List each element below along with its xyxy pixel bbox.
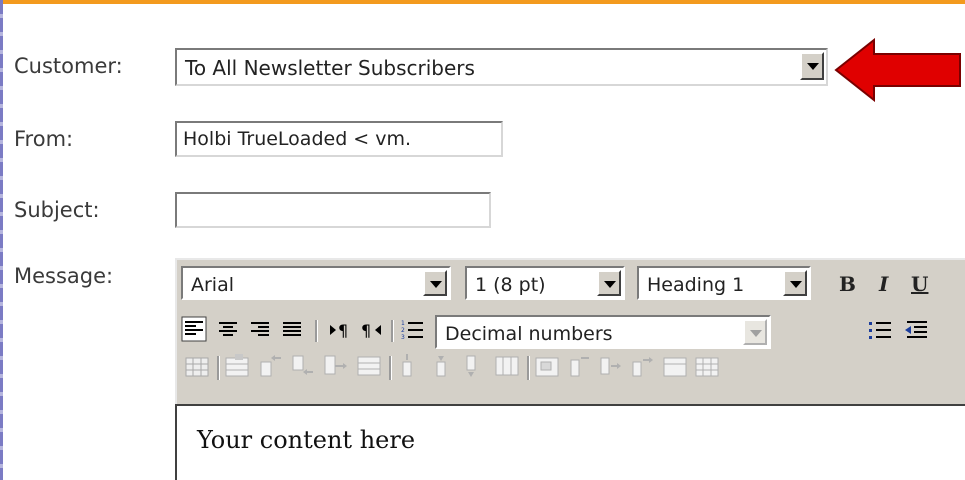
insert-row-before-icon[interactable]: [257, 352, 285, 380]
editor-content-text: Your content here: [197, 426, 416, 454]
italic-button[interactable]: I: [879, 272, 888, 296]
list-style-select[interactable]: Decimal numbers: [435, 315, 771, 349]
insert-col-after-icon[interactable]: [429, 352, 457, 380]
toolbar-separator: [389, 356, 392, 380]
outdent-icon[interactable]: [903, 317, 931, 345]
underline-button[interactable]: U: [911, 272, 928, 296]
font-select-value: Arial: [191, 274, 235, 296]
chevron-down-icon[interactable]: [800, 52, 824, 80]
ordered-list-icon[interactable]: 123: [399, 317, 427, 345]
align-justify-icon[interactable]: [279, 317, 307, 345]
customer-select[interactable]: To All Newsletter Subscribers: [175, 48, 828, 86]
merge-down-icon[interactable]: [693, 352, 721, 380]
from-label: From:: [14, 127, 74, 151]
insert-table-icon[interactable]: [183, 352, 211, 380]
merge-right-icon[interactable]: [661, 352, 689, 380]
align-right-icon[interactable]: [247, 317, 275, 345]
size-select-value: 1 (8 pt): [475, 274, 546, 296]
rtl-icon[interactable]: ¶: [359, 317, 387, 345]
insert-cell-icon[interactable]: [597, 352, 625, 380]
align-left-icon[interactable]: [181, 316, 209, 344]
svg-text:2: 2: [401, 327, 405, 334]
from-input[interactable]: [175, 121, 503, 157]
table-cell-icon[interactable]: [355, 352, 383, 380]
font-select[interactable]: Arial: [181, 266, 451, 300]
delete-row-icon[interactable]: [321, 352, 349, 380]
chevron-down-icon[interactable]: [783, 270, 807, 296]
ltr-icon[interactable]: ¶: [327, 317, 355, 345]
subject-input[interactable]: [175, 192, 491, 228]
chevron-down-icon[interactable]: [423, 270, 447, 296]
message-label: Message:: [14, 264, 114, 288]
svg-text:¶: ¶: [361, 321, 371, 340]
chevron-down-icon[interactable]: [743, 319, 767, 345]
svg-text:¶: ¶: [338, 321, 348, 340]
heading-select[interactable]: Heading 1: [637, 266, 811, 300]
cell-properties-icon[interactable]: [533, 352, 561, 380]
toolbar-separator: [217, 356, 220, 380]
left-border: [0, 0, 3, 480]
insert-col-before-icon[interactable]: [395, 352, 423, 380]
unordered-list-icon[interactable]: [867, 317, 895, 345]
svg-text:1: 1: [401, 320, 405, 327]
list-style-select-value: Decimal numbers: [445, 323, 613, 345]
insert-row-after-icon[interactable]: [289, 352, 317, 380]
editor-content-area[interactable]: Your content here: [175, 404, 965, 480]
customer-select-value: To All Newsletter Subscribers: [185, 56, 475, 80]
align-center-icon[interactable]: [215, 317, 243, 345]
delete-cell-icon[interactable]: [629, 352, 657, 380]
table-properties-icon[interactable]: [223, 352, 251, 380]
bold-button[interactable]: B: [839, 272, 856, 296]
size-select[interactable]: 1 (8 pt): [465, 266, 625, 300]
red-arrow-icon: [834, 38, 961, 102]
toolbar-separator: [527, 356, 530, 380]
subject-label: Subject:: [14, 198, 100, 222]
toolbar-separator: [315, 320, 318, 342]
split-cell-icon[interactable]: [565, 352, 593, 380]
heading-select-value: Heading 1: [647, 274, 745, 296]
customer-label: Customer:: [14, 54, 123, 78]
top-accent-rule: [0, 0, 965, 4]
delete-col-icon[interactable]: [459, 352, 487, 380]
toolbar-separator: [391, 320, 394, 342]
merge-cells-icon[interactable]: [493, 352, 521, 380]
chevron-down-icon[interactable]: [597, 270, 621, 296]
svg-text:3: 3: [401, 334, 405, 341]
